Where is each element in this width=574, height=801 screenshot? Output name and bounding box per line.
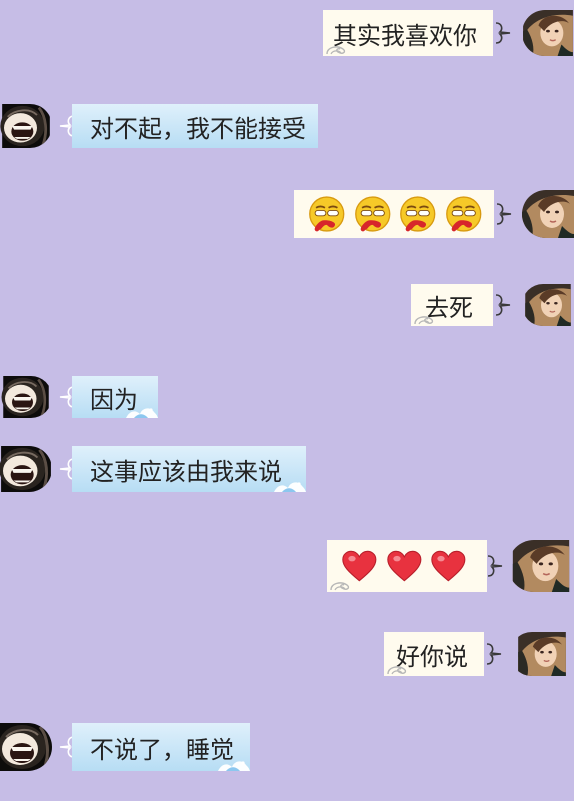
bubble-wave-decoration [126,404,158,418]
user-avatar[interactable] [522,284,574,326]
message-text: 这事应该由我来说 [90,457,282,486]
message-row-3 [0,190,574,238]
message-row-8: 好你说 [0,632,574,676]
bubble-tail [496,293,512,317]
bubble-swirl-decoration [329,579,355,591]
screaming-avatar-icon [0,723,52,771]
message-bubble[interactable]: 这事应该由我来说 [72,446,306,492]
contact-avatar[interactable] [0,446,52,492]
message-row-1: 其实我喜欢你 [0,10,574,56]
message-row-4: 去死 [0,284,574,326]
message-bubble[interactable]: 好你说 [384,632,484,676]
message-text: 其实我喜欢你 [333,21,477,50]
message-row-2: 对不起，我不能接受 [0,104,574,148]
red-heart-icon [386,548,423,584]
bubble-wave-decoration [274,478,306,492]
nosebleed-face-icon [399,194,437,234]
user-avatar[interactable] [522,190,574,238]
bubble-swirl-decoration [413,313,439,325]
screaming-avatar-icon [0,446,52,492]
bubble-swirl-decoration [325,43,351,55]
contact-avatar[interactable] [0,723,52,771]
message-row-6: 这事应该由我来说 [0,446,574,492]
screaming-avatar-icon [0,104,52,148]
girl-avatar-icon [510,632,574,676]
screaming-avatar-icon [0,376,52,418]
message-bubble[interactable]: 不说了，睡觉 [72,723,250,771]
message-text: 对不起，我不能接受 [90,114,306,143]
user-avatar[interactable] [522,10,574,56]
girl-avatar-icon [522,190,574,238]
message-bubble[interactable]: 其实我喜欢你 [323,10,493,56]
girl-avatar-icon [522,284,574,326]
bubble-tail [497,202,513,226]
message-bubble[interactable]: 因为 [72,376,158,418]
message-bubble[interactable]: 对不起，我不能接受 [72,104,318,148]
girl-avatar-icon [522,10,574,56]
chat-screen: { "messages": [ {"side": "right", "text"… [0,0,574,801]
message-bubble[interactable] [327,540,487,592]
contact-avatar[interactable] [0,104,52,148]
message-bubble[interactable] [294,190,494,238]
nosebleed-face-icon [445,194,483,234]
user-avatar[interactable] [508,540,574,592]
message-row-9: 不说了，睡觉 [0,723,574,771]
bubble-tail [488,554,504,578]
bubble-tail [496,21,512,45]
bubble-tail [487,642,503,666]
nosebleed-face-icon [354,194,392,234]
girl-avatar-icon [508,540,574,592]
user-avatar[interactable] [510,632,574,676]
red-heart-icon [430,548,467,584]
contact-avatar[interactable] [0,376,52,418]
bubble-wave-decoration [218,757,250,771]
message-text: 不说了，睡觉 [90,735,234,764]
message-bubble[interactable]: 去死 [411,284,493,326]
nosebleed-face-icon [308,194,346,234]
bubble-swirl-decoration [386,663,412,675]
message-row-5: 因为 [0,376,574,418]
message-row-7 [0,540,574,592]
